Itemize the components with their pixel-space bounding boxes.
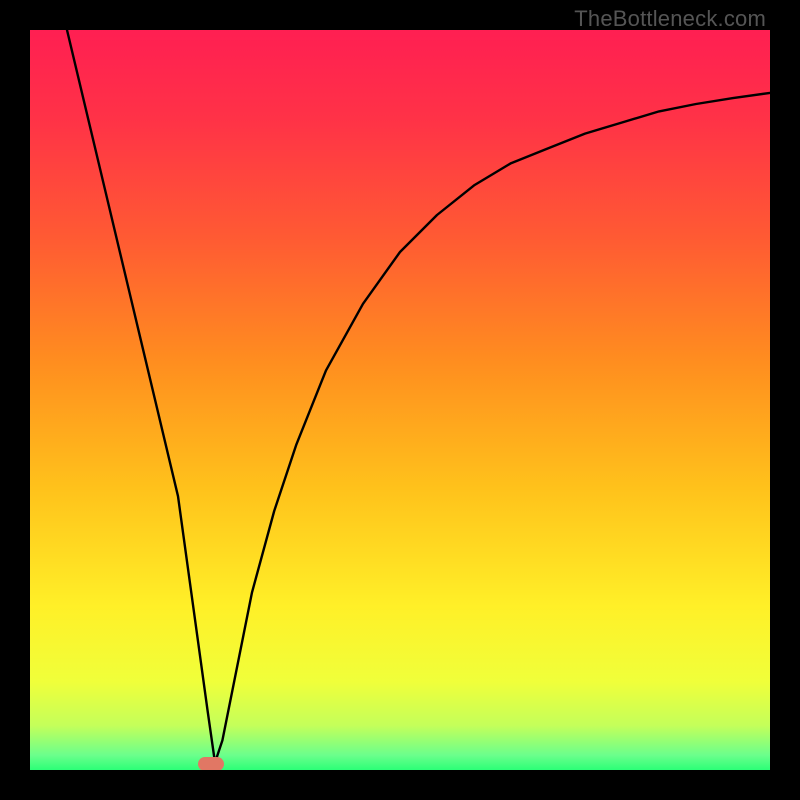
chart-frame: TheBottleneck.com: [0, 0, 800, 800]
plot-area: [30, 30, 770, 770]
gradient-background: [30, 30, 770, 770]
watermark-text: TheBottleneck.com: [574, 6, 766, 32]
optimal-marker: [198, 757, 224, 770]
